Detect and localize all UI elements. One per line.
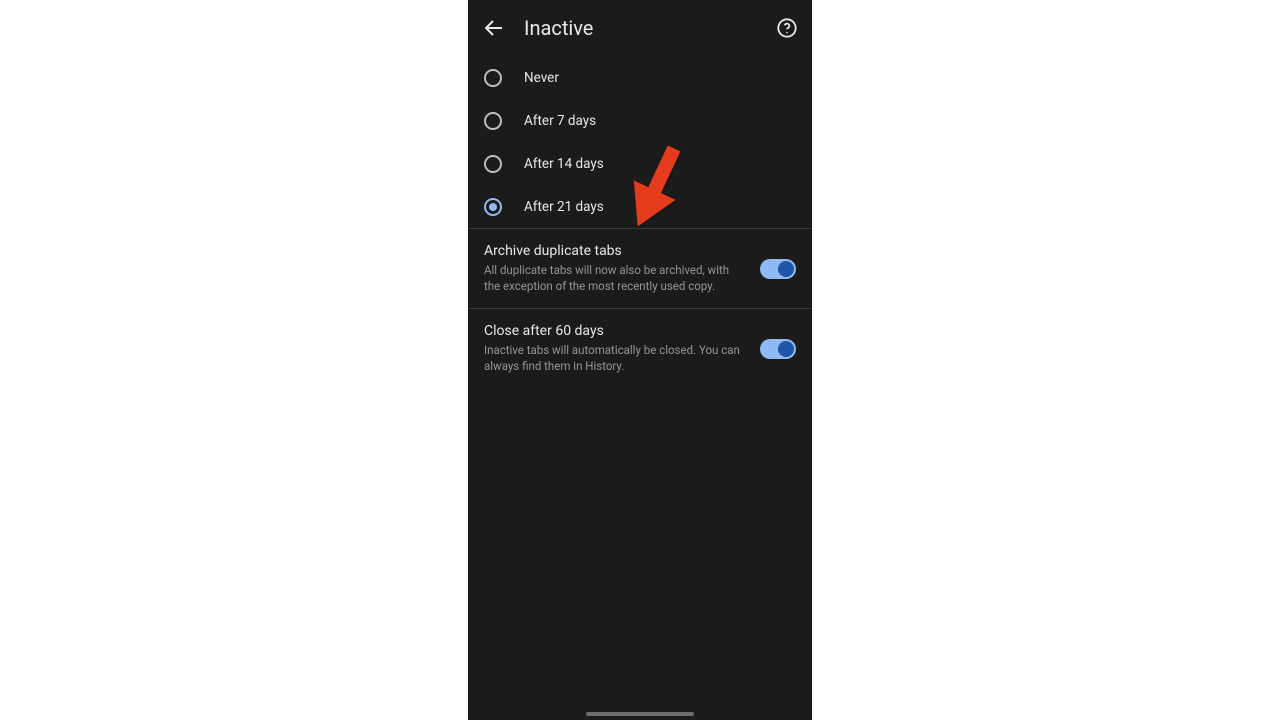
radio-label: Never <box>524 70 559 86</box>
page-title: Inactive <box>524 16 758 40</box>
toggle-title: Close after 60 days <box>484 323 746 339</box>
radio-option-14-days[interactable]: After 14 days <box>468 142 812 185</box>
radio-label: After 21 days <box>524 199 604 215</box>
toggle-description: All duplicate tabs will now also be arch… <box>484 263 746 294</box>
close-after-60-days-row[interactable]: Close after 60 days Inactive tabs will a… <box>468 309 812 388</box>
radio-icon <box>484 155 502 173</box>
help-icon[interactable] <box>776 17 798 39</box>
toggle-switch-on[interactable] <box>760 259 796 279</box>
inactive-radio-group: Never After 7 days After 14 days After 2… <box>468 56 812 229</box>
toggle-text: Close after 60 days Inactive tabs will a… <box>484 323 746 374</box>
phone-screen: Inactive Never After 7 days After 14 day… <box>468 0 812 720</box>
header: Inactive <box>468 0 812 56</box>
radio-icon-selected <box>484 198 502 216</box>
archive-duplicate-tabs-row[interactable]: Archive duplicate tabs All duplicate tab… <box>468 229 812 309</box>
back-arrow-icon[interactable] <box>482 16 506 40</box>
radio-option-21-days[interactable]: After 21 days <box>468 185 812 228</box>
radio-label: After 7 days <box>524 113 596 129</box>
radio-icon <box>484 112 502 130</box>
toggle-text: Archive duplicate tabs All duplicate tab… <box>484 243 746 294</box>
toggle-description: Inactive tabs will automatically be clos… <box>484 343 746 374</box>
radio-label: After 14 days <box>524 156 604 172</box>
radio-icon <box>484 69 502 87</box>
toggle-title: Archive duplicate tabs <box>484 243 746 259</box>
radio-option-never[interactable]: Never <box>468 56 812 99</box>
radio-option-7-days[interactable]: After 7 days <box>468 99 812 142</box>
toggle-switch-on[interactable] <box>760 339 796 359</box>
gesture-bar[interactable] <box>586 712 694 716</box>
